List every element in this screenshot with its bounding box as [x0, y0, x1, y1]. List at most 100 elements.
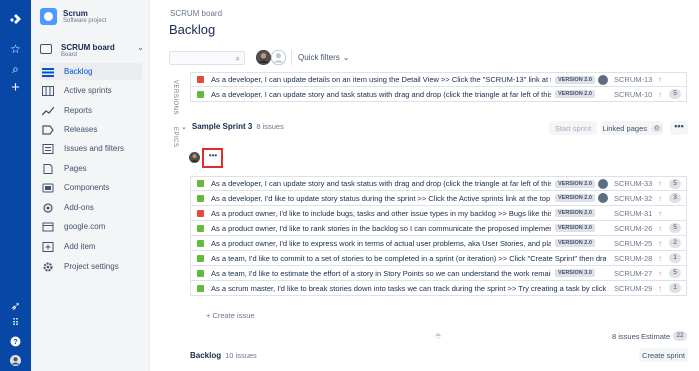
issue-key[interactable]: SCRUM-31 — [614, 209, 652, 218]
sidebar-item-pages[interactable]: Pages — [40, 160, 142, 177]
linked-pages-button[interactable]: Linked pages 0 — [601, 121, 663, 135]
sidebar-item-releases[interactable]: Releases — [40, 121, 142, 138]
search-icon: ⌕ — [235, 54, 240, 63]
sidebar-item-components[interactable]: Components — [40, 179, 142, 196]
table-row[interactable]: As a product owner, I'd like to express … — [190, 236, 687, 251]
board-selector[interactable]: SCRUM board Board ⌄ — [40, 43, 144, 58]
story-icon — [197, 180, 204, 187]
table-row[interactable]: As a product owner, I'd like to rank sto… — [190, 221, 687, 236]
table-row[interactable]: As a developer, I can update story and t… — [190, 176, 687, 191]
assignee-avatar — [598, 178, 608, 189]
issue-key[interactable]: SCRUM-13 — [614, 75, 652, 84]
sprint-name: Sample Sprint 3 — [191, 122, 253, 131]
avatar[interactable] — [270, 49, 287, 66]
quick-filters-button[interactable]: Quick filters ⌄ — [291, 50, 356, 65]
issue-key[interactable]: SCRUM-26 — [614, 224, 652, 233]
search-icon[interactable]: ⌕ — [0, 62, 31, 76]
table-row[interactable]: As a product owner, I'd like to include … — [190, 206, 687, 221]
issue-key[interactable]: SCRUM-33 — [614, 179, 652, 188]
table-row[interactable]: As a team, I'd like to estimate the effo… — [190, 266, 687, 281]
chevron-down-icon: ⌄ — [137, 43, 144, 52]
search-input[interactable]: ⌕ — [169, 51, 245, 65]
priority-high-icon: ↑ — [658, 208, 662, 218]
priority-high-icon: ↑ — [658, 283, 662, 293]
priority-high-icon: ↑ — [658, 268, 662, 278]
jira-logo-icon[interactable] — [0, 14, 31, 29]
project-header[interactable]: Scrum Software project — [40, 8, 106, 25]
sidebar-item-label: google.com — [64, 222, 106, 231]
chevron-down-icon: ⌄ — [181, 123, 187, 131]
story-icon — [197, 194, 204, 202]
issue-summary: As a product owner, I'd like to express … — [211, 238, 551, 248]
active-sprints-icon — [42, 85, 54, 96]
issues-icon — [42, 143, 54, 154]
issue-key[interactable]: SCRUM-27 — [614, 269, 652, 278]
issue-key[interactable]: SCRUM-32 — [614, 194, 652, 203]
sidebar-item-label: Releases — [64, 125, 98, 134]
sidebar-item-label: Add item — [64, 242, 96, 251]
sidebar-item-add-item[interactable]: Add item — [40, 238, 142, 255]
rocket-icon[interactable]: ➶ — [0, 299, 31, 313]
estimate-label: Estimate — [641, 332, 671, 341]
issue-key[interactable]: SCRUM-28 — [614, 254, 652, 263]
create-sprint-button[interactable]: Create sprint — [639, 348, 688, 362]
star-icon[interactable]: ☆ — [0, 42, 31, 56]
issue-key[interactable]: SCRUM-10 — [614, 90, 652, 99]
assignee-avatar — [598, 193, 608, 203]
sidebar-item-google[interactable]: google.com — [40, 218, 142, 235]
drag-handle-icon[interactable]: ⬘ — [435, 331, 441, 340]
create-issue-link[interactable]: + Create issue — [206, 311, 255, 320]
sidebar-item-issues-and-filters[interactable]: Issues and filters — [40, 140, 142, 157]
issue-key[interactable]: SCRUM-25 — [614, 239, 652, 248]
sidebar-item-backlog[interactable]: Backlog — [40, 63, 142, 80]
backlog-icon — [42, 67, 54, 77]
table-row[interactable]: As a developer, I can update details on … — [190, 72, 687, 87]
table-row[interactable]: As a developer, I'd like to update story… — [190, 191, 687, 206]
table-row[interactable]: As a team, I'd like to commit to a set o… — [190, 251, 687, 266]
issue-summary: As a team, I'd like to commit to a set o… — [211, 253, 606, 263]
issue-summary: As a product owner, I'd like to rank sto… — [211, 223, 551, 233]
version-badge: VERSION 2.0 — [555, 90, 595, 98]
global-navigation: ☆ ⌕ + ➶ ⠿ ? — [0, 0, 31, 371]
story-icon — [197, 239, 204, 247]
versions-panel-toggle[interactable]: VERSIONS — [172, 80, 178, 115]
highlight-box — [202, 148, 223, 168]
version-badge: VERSION 3.0 — [555, 224, 595, 232]
sidebar-item-label: Components — [64, 183, 110, 192]
table-row[interactable]: As a developer, I can update story and t… — [190, 87, 687, 102]
start-sprint-button[interactable]: Start sprint — [549, 121, 597, 135]
svg-text:?: ? — [13, 339, 17, 346]
app-switcher-icon[interactable]: ⠿ — [0, 317, 31, 331]
sidebar-item-active-sprints[interactable]: Active sprints — [40, 82, 142, 99]
bug-icon — [197, 209, 204, 217]
profile-avatar-icon[interactable] — [0, 355, 31, 369]
priority-high-icon: ↑ — [658, 193, 662, 203]
settings-icon — [42, 262, 54, 272]
sidebar-item-label: Pages — [64, 164, 87, 173]
help-icon[interactable]: ? — [0, 336, 31, 350]
sidebar-item-reports[interactable]: Reports — [40, 102, 142, 119]
issue-summary: As a developer, I'd like to update story… — [211, 193, 551, 203]
avatar[interactable] — [256, 50, 271, 65]
priority-high-icon: ↑ — [658, 253, 662, 263]
estimate-badge: 5 — [669, 178, 681, 189]
backlog-header[interactable]: Backlog 10 issues — [190, 351, 257, 360]
chevron-down-icon: ⌄ — [342, 53, 350, 62]
story-icon — [197, 284, 204, 292]
epics-panel-toggle[interactable]: EPICS — [172, 127, 178, 148]
avatar[interactable] — [189, 152, 200, 163]
issue-key[interactable]: SCRUM-29 — [614, 284, 652, 293]
sidebar-item-project-settings[interactable]: Project settings — [40, 258, 142, 275]
releases-icon — [42, 124, 54, 135]
version-badge: VERSION 2.0 — [555, 179, 595, 188]
table-row[interactable]: As a scrum master, I'd like to break sto… — [190, 281, 687, 296]
sidebar-item-add-ons[interactable]: Add-ons — [40, 199, 142, 216]
addons-icon — [42, 202, 54, 213]
breadcrumb[interactable]: SCRUM board — [170, 9, 222, 18]
sprint-header[interactable]: ⌄ Sample Sprint 3 8 issues — [181, 122, 284, 131]
version-badge: VERSION 3.0 — [555, 269, 595, 277]
estimate-total-badge: 22 — [673, 331, 687, 341]
reports-icon — [41, 106, 55, 116]
sprint-more-button[interactable]: ••• — [670, 121, 688, 135]
create-icon[interactable]: + — [0, 80, 31, 95]
